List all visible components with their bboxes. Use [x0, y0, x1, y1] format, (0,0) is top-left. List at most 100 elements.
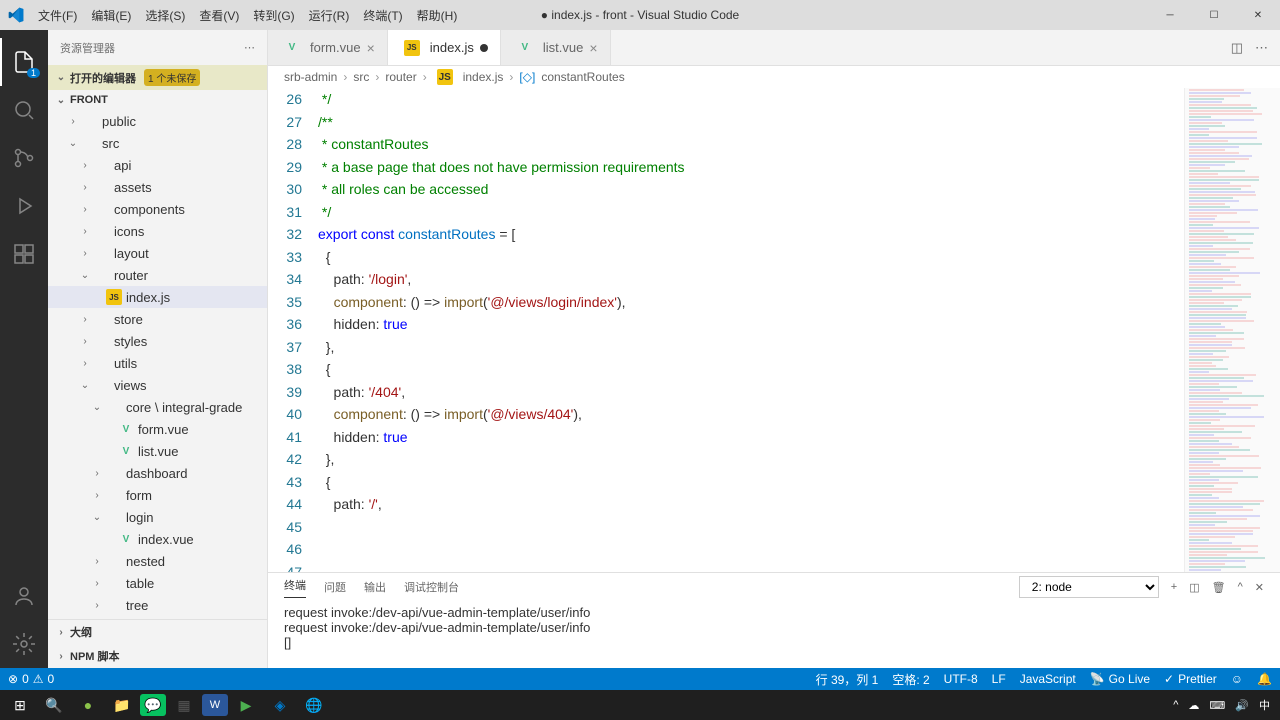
debug-icon[interactable] [0, 182, 48, 230]
breadcrumb-item[interactable]: src [353, 70, 369, 84]
settings-icon[interactable] [0, 620, 48, 668]
tree-folder[interactable]: ›store [48, 308, 267, 330]
search-button[interactable]: 🔍 [38, 691, 70, 719]
close-panel-icon[interactable]: ✕ [1255, 581, 1264, 594]
tree-folder[interactable]: ›layout [48, 242, 267, 264]
panel-tab[interactable]: 问题 [324, 579, 346, 595]
tree-folder[interactable]: ›table [48, 572, 267, 594]
close-tab-icon[interactable]: × [589, 40, 597, 56]
tree-folder[interactable]: ⌄core \ integral-grade [48, 396, 267, 418]
tree-folder[interactable]: ⌄login [48, 506, 267, 528]
tree-folder[interactable]: ›api [48, 154, 267, 176]
breadcrumb-separator: › [509, 70, 513, 84]
tray-chevron-icon[interactable]: ^ [1173, 699, 1178, 711]
chevron-up-icon[interactable]: ^ [1238, 581, 1243, 593]
breadcrumb-item[interactable]: index.js [463, 70, 504, 84]
tree-folder[interactable]: ›tree [48, 594, 267, 616]
tree-file[interactable]: Vlist.vue [48, 440, 267, 462]
close-tab-icon[interactable]: × [367, 40, 375, 56]
feedback-icon[interactable]: ☺ [1231, 672, 1243, 686]
tree-folder[interactable]: ›public [48, 110, 267, 132]
project-section[interactable]: ⌄ FRONT [48, 90, 267, 110]
tree-folder[interactable]: ›icons [48, 220, 267, 242]
word-icon[interactable]: W [202, 694, 228, 716]
app-icon[interactable]: ● [72, 691, 104, 719]
terminal-select[interactable]: 2: node [1019, 576, 1159, 598]
tree-folder[interactable]: ⌄views [48, 374, 267, 396]
tree-folder[interactable]: ›components [48, 198, 267, 220]
editor-tab[interactable]: Vlist.vue× [501, 30, 611, 65]
breadcrumb-item[interactable]: srb-admin [284, 70, 337, 84]
close-button[interactable]: ✕ [1236, 0, 1280, 30]
menu-item[interactable]: 选择(S) [139, 5, 191, 26]
menu-item[interactable]: 编辑(E) [85, 5, 137, 26]
app3-icon[interactable]: ▶ [230, 691, 262, 719]
golive-item[interactable]: 📡 Go Live [1090, 672, 1150, 686]
panel-tab[interactable]: 调试控制台 [404, 579, 459, 595]
tree-folder[interactable]: ⌄src [48, 132, 267, 154]
indent-item[interactable]: 空格: 2 [892, 671, 929, 688]
cursor-position[interactable]: 行 39，列 1 [816, 671, 879, 688]
minimize-button[interactable]: ─ [1148, 0, 1192, 30]
npm-section[interactable]: ›NPM 脚本 [48, 644, 267, 668]
eol-item[interactable]: LF [992, 672, 1006, 686]
tree-folder[interactable]: ›form [48, 484, 267, 506]
tray-keyboard-icon[interactable]: ⌨ [1209, 699, 1225, 712]
menu-item[interactable]: 查看(V) [193, 5, 245, 26]
explorer-icon[interactable]: 1 [0, 38, 48, 86]
more-actions-icon[interactable]: ⋯ [1255, 40, 1268, 56]
split-editor-icon[interactable]: ◫ [1231, 40, 1243, 56]
more-icon[interactable]: ⋯ [244, 41, 255, 54]
tree-file[interactable]: Vindex.vue [48, 528, 267, 550]
menu-item[interactable]: 运行(R) [303, 5, 356, 26]
menu-item[interactable]: 帮助(H) [411, 5, 464, 26]
language-item[interactable]: JavaScript [1020, 672, 1076, 686]
tree-folder[interactable]: ⌄router [48, 264, 267, 286]
tree-file[interactable]: Vform.vue [48, 418, 267, 440]
panel-tab[interactable]: 终端 [284, 577, 306, 598]
app2-icon[interactable]: ▦ [168, 691, 200, 719]
tree-folder[interactable]: ›assets [48, 176, 267, 198]
breadcrumb-item[interactable]: constantRoutes [541, 70, 624, 84]
prettier-item[interactable]: ✓ Prettier [1164, 672, 1217, 686]
menu-item[interactable]: 终端(T) [357, 5, 408, 26]
terminal-output[interactable]: request invoke:/dev-api/vue-admin-templa… [268, 601, 1280, 668]
wechat-icon[interactable]: 💬 [140, 694, 166, 716]
tree-folder[interactable]: ›dashboard [48, 462, 267, 484]
trash-icon[interactable]: 🗑 [1212, 581, 1226, 594]
explorer-app-icon[interactable]: 📁 [106, 691, 138, 719]
start-button[interactable]: ⊞ [4, 691, 36, 719]
extensions-icon[interactable] [0, 230, 48, 278]
notifications-icon[interactable]: 🔔 [1257, 672, 1272, 686]
npm-label: NPM 脚本 [70, 648, 120, 664]
editor-tab[interactable]: JSindex.js [388, 30, 501, 65]
open-editors-section[interactable]: ⌄ 打开的编辑器 1 个未保存 [48, 65, 267, 90]
ime-indicator[interactable]: 中 [1259, 697, 1270, 713]
minimap[interactable] [1184, 88, 1280, 572]
tree-folder[interactable]: ›nested [48, 550, 267, 572]
tree-folder[interactable]: ›styles [48, 330, 267, 352]
code-editor[interactable]: 2627282930313233343536373839404142434445… [268, 88, 1280, 572]
search-icon[interactable] [0, 86, 48, 134]
editor-tab[interactable]: Vform.vue× [268, 30, 388, 65]
outline-section[interactable]: ›大纲 [48, 619, 267, 644]
scm-icon[interactable] [0, 134, 48, 182]
errors-item[interactable]: ⊗ 0 ⚠ 0 [8, 672, 54, 686]
tray-onedrive-icon[interactable]: ☁ [1188, 699, 1199, 712]
tray-volume-icon[interactable]: 🔊 [1235, 699, 1249, 712]
new-terminal-icon[interactable]: + [1171, 581, 1177, 593]
breadcrumb-item[interactable]: router [385, 70, 416, 84]
maximize-button[interactable]: ☐ [1192, 0, 1236, 30]
tree-file[interactable]: JSindex.js [48, 286, 267, 308]
vscode-app-icon[interactable]: ◈ [264, 691, 296, 719]
chrome-icon[interactable]: 🌐 [298, 691, 330, 719]
tree-folder[interactable]: ›utils [48, 352, 267, 374]
breadcrumb[interactable]: srb-admin›src›router›JSindex.js›[◇]const… [268, 66, 1280, 88]
menu-item[interactable]: 转到(G) [247, 5, 300, 26]
account-icon[interactable] [0, 572, 48, 620]
encoding-item[interactable]: UTF-8 [944, 672, 978, 686]
panel-tab[interactable]: 输出 [364, 579, 386, 595]
menu-item[interactable]: 文件(F) [32, 5, 83, 26]
split-terminal-icon[interactable]: ◫ [1189, 581, 1199, 594]
code-content[interactable]: *//** * constantRoutes * a base page tha… [318, 88, 1184, 572]
